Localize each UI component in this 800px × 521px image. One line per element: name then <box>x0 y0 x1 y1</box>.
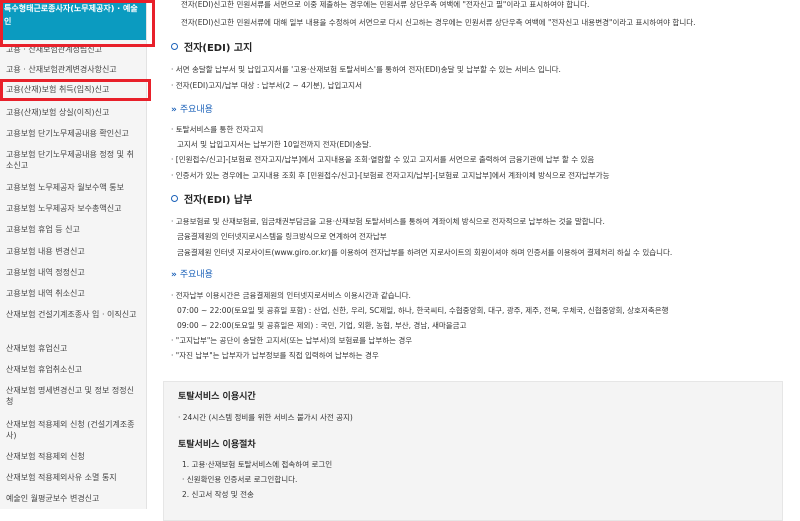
sidebar-item[interactable]: 산재보험 휴업신고 <box>0 343 146 354</box>
sidebar: 특수형태근로종사자(노무제공자) · 예술인 고용 · 산재보험관계성립신고 고… <box>0 0 147 509</box>
section-line: 09:00 ~ 22:00(토요일 및 공휴일은 제외) : 국민, 기업, 외… <box>177 321 467 330</box>
sidebar-item[interactable]: 산재보험 적용제외사유 소멸 통지 <box>0 472 146 483</box>
section-line: · "자진 납부"는 납부자가 납부정보를 직접 입력하여 납부하는 경우 <box>171 351 379 360</box>
sidebar-item[interactable]: 고용보험 노무제공자 보수총액신고 <box>0 203 146 214</box>
subheading-main-content: » 주요내용 <box>171 270 213 280</box>
box-title-procedure: 토탈서비스 이용절차 <box>178 440 256 450</box>
circle-bullet-icon <box>171 195 178 202</box>
sidebar-item[interactable]: 고용보험 단기노무제공내용 확인신고 <box>0 128 146 139</box>
sidebar-item[interactable]: 산재보험 명세변경신고 및 정보 정정신청 <box>0 385 146 407</box>
sidebar-item[interactable]: 산재보험 건설기계조종사 입 · 이직신고 <box>0 309 146 320</box>
box-line: · 신원확인용 인증서로 로그인합니다. <box>182 475 298 484</box>
section-line: · "고지납부"는 공단이 송달한 고지서(또는 납부서)의 보험료를 납부하는… <box>171 336 413 345</box>
section-line: · 인증서가 있는 경우에는 고지내용 조회 후 [민원접수/신고]-[보험료 … <box>171 171 610 180</box>
sidebar-item[interactable]: 산재보험 휴업취소신고 <box>0 364 146 375</box>
sidebar-item[interactable]: 고용 · 산재보험관계변경사항신고 <box>0 64 146 75</box>
sidebar-item[interactable]: 고용보험 노무제공자 월보수액 통보 <box>0 182 146 193</box>
sidebar-item[interactable]: 고용보험 휴업 등 신고 <box>0 224 146 235</box>
total-service-info-box: 토탈서비스 이용시간 · 24시간 (시스템 정비를 위한 서비스 불가시 사전… <box>163 381 783 521</box>
circle-bullet-icon <box>171 43 178 50</box>
section-line: · 전자납부 이용시간은 금융결제원의 인터넷지로서비스 이용시간과 같습니다. <box>171 291 411 300</box>
sidebar-item[interactable]: 산재보험 적용제외 신청 <box>0 451 146 462</box>
box-line: 2. 신고서 작성 및 전송 <box>182 490 254 499</box>
section-line: · 전자(EDI)고지/납부 대상 : 납부서(2 ~ 4기분), 납입고지서 <box>171 81 362 90</box>
sidebar-header[interactable]: 특수형태근로종사자(노무제공자) · 예술인 <box>0 0 146 40</box>
box-line: 1. 고용·산재보험 토탈서비스에 접속하여 로그인 <box>182 460 333 469</box>
section-line: 금융결제원의 인터넷지로시스템을 링크방식으로 연계하여 전자납부 <box>177 232 387 241</box>
sidebar-item[interactable]: 산재보험 적용제외 신청 (건설기계조종사) <box>0 419 146 441</box>
subheading-main-content: » 주요내용 <box>171 105 213 115</box>
sidebar-item[interactable]: 고용보험 내역 정정신고 <box>0 267 146 278</box>
section-line: · 고용보험료 및 산재보험료, 임금채권부담금을 고용·산재보험 토탈서비스를… <box>171 217 605 226</box>
intro-line: 전자(EDI)신고한 민원서류를 서면으로 이중 제출하는 경우에는 민원서류 … <box>181 0 590 9</box>
intro-line: 전자(EDI)신고한 민원서류에 대해 일부 내용을 수정하여 서면으로 다시 … <box>181 18 696 27</box>
sidebar-item[interactable]: 고용보험 단기노무제공내용 정정 및 취소신고 <box>0 149 146 171</box>
double-chevron-icon: » <box>171 270 177 280</box>
section-line: 고지서 및 납입고지서는 납부기한 10일전까지 전자(EDI)송달. <box>177 140 372 149</box>
section-line: 07:00 ~ 22:00(토요일 및 공휴일 포함) : 산업, 신한, 우리… <box>177 306 669 315</box>
section-line: · 토탈서비스를 통한 전자고지 <box>171 125 264 134</box>
sidebar-item[interactable]: 고용(산재)보험 상실(이직)신고 <box>0 107 146 118</box>
section-line: · 서면 송달할 납부서 및 납입고지서를 '고용·산재보험 토탈서비스'를 통… <box>171 65 561 74</box>
box-title-hours: 토탈서비스 이용시간 <box>178 392 256 402</box>
sidebar-item[interactable]: 고용보험 내용 변경신고 <box>0 246 146 257</box>
section-line: 금융결제원 인터넷 지로사이트(www.giro.or.kr)를 이용하여 전자… <box>177 248 673 257</box>
box-line: · 24시간 (시스템 정비를 위한 서비스 불가시 사전 공지) <box>178 413 353 422</box>
section-title-edi-notice: 전자(EDI) 고지 <box>171 43 252 55</box>
section-line: · [민원접수/신고]-[보험료 전자고지/납부]에서 고지내용을 조회·열람할… <box>171 155 595 164</box>
double-chevron-icon: » <box>171 105 177 115</box>
sidebar-item[interactable]: 고용 · 산재보험관계성립신고 <box>0 44 146 55</box>
sidebar-item[interactable]: 예술인 월평균보수 변경신고 <box>0 493 146 504</box>
sidebar-item[interactable]: 고용보험 내역 취소신고 <box>0 288 146 299</box>
sidebar-item-selected[interactable]: 고용(산재)보험 취득(입직)신고 <box>0 84 146 95</box>
section-title-edi-payment: 전자(EDI) 납부 <box>171 195 252 207</box>
